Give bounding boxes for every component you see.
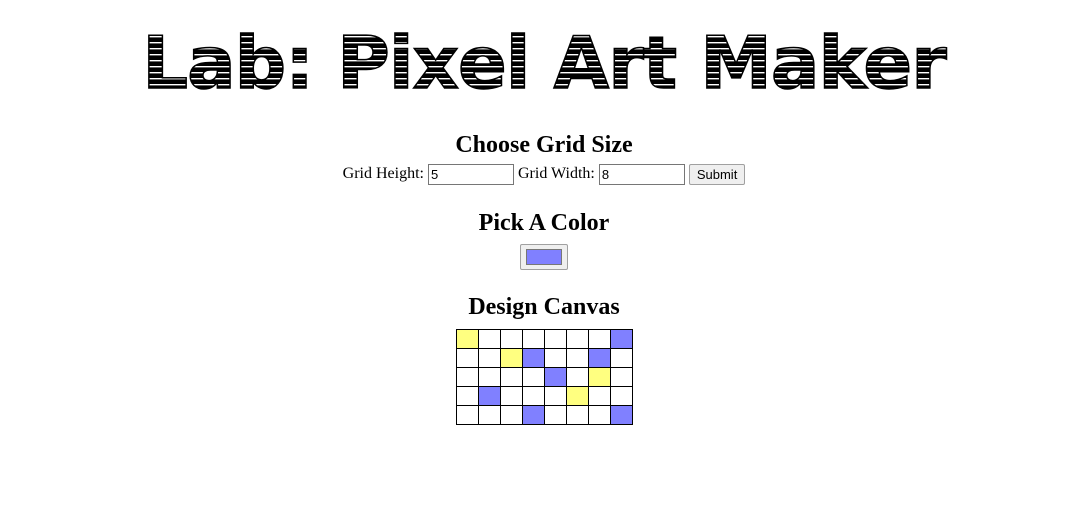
canvas-cell[interactable] bbox=[543, 386, 567, 406]
color-picker-wrap bbox=[0, 244, 1088, 275]
canvas-cell[interactable] bbox=[543, 405, 567, 425]
canvas-cell[interactable] bbox=[565, 329, 589, 349]
canvas-cell[interactable] bbox=[587, 405, 611, 425]
canvas-heading: Design Canvas bbox=[468, 294, 620, 320]
canvas-cell[interactable] bbox=[543, 348, 567, 368]
canvas-cell[interactable] bbox=[587, 386, 611, 406]
canvas-cell[interactable] bbox=[521, 329, 545, 349]
canvas-cell[interactable] bbox=[565, 367, 589, 387]
canvas-cell[interactable] bbox=[587, 329, 611, 349]
canvas-cell[interactable] bbox=[499, 329, 523, 349]
canvas-cell[interactable] bbox=[477, 386, 501, 406]
color-section: Pick A Color bbox=[0, 210, 1088, 275]
color-picker[interactable] bbox=[520, 244, 568, 270]
canvas-cell[interactable] bbox=[477, 367, 501, 387]
canvas-cell[interactable] bbox=[609, 348, 633, 368]
canvas-cell[interactable] bbox=[455, 405, 479, 425]
canvas-cell[interactable] bbox=[499, 386, 523, 406]
canvas-cell[interactable] bbox=[455, 329, 479, 349]
canvas-section: Design Canvas bbox=[0, 294, 1088, 425]
canvas-row bbox=[455, 329, 633, 349]
canvas-cell[interactable] bbox=[521, 405, 545, 425]
canvas-cell[interactable] bbox=[477, 348, 501, 368]
grid-height-input[interactable] bbox=[428, 163, 514, 185]
page: Lab: Pixel Art Maker Choose Grid Size Gr… bbox=[0, 0, 1088, 505]
canvas-cell[interactable] bbox=[609, 329, 633, 349]
title-text: Lab: Pixel Art Maker bbox=[142, 22, 947, 102]
canvas-cell[interactable] bbox=[609, 367, 633, 387]
canvas-cell[interactable] bbox=[587, 348, 611, 368]
canvas-cell[interactable] bbox=[499, 367, 523, 387]
grid-size-heading: Choose Grid Size bbox=[455, 132, 633, 158]
canvas-cell[interactable] bbox=[565, 386, 589, 406]
canvas-cell[interactable] bbox=[565, 405, 589, 425]
canvas-cell[interactable] bbox=[521, 386, 545, 406]
size-form: Grid Height: Grid Width: Submit bbox=[0, 163, 1088, 185]
page-title: Lab: Pixel Art Maker bbox=[0, 22, 1088, 102]
canvas-cell[interactable] bbox=[455, 348, 479, 368]
color-swatch bbox=[526, 249, 562, 265]
canvas-cell[interactable] bbox=[455, 386, 479, 406]
canvas-cell[interactable] bbox=[499, 348, 523, 368]
grid-width-label: Grid Width: bbox=[518, 165, 595, 182]
pixel-canvas bbox=[455, 329, 633, 425]
canvas-cell[interactable] bbox=[455, 367, 479, 387]
title-graphic: Lab: Pixel Art Maker bbox=[141, 22, 949, 102]
submit-button[interactable]: Submit bbox=[688, 163, 746, 185]
canvas-cell[interactable] bbox=[521, 367, 545, 387]
canvas-cell[interactable] bbox=[477, 405, 501, 425]
color-heading: Pick A Color bbox=[478, 210, 610, 236]
canvas-cell[interactable] bbox=[543, 329, 567, 349]
canvas-row bbox=[455, 386, 633, 406]
canvas-cell[interactable] bbox=[499, 405, 523, 425]
canvas-row bbox=[455, 348, 633, 368]
canvas-cell[interactable] bbox=[521, 348, 545, 368]
canvas-cell[interactable] bbox=[609, 405, 633, 425]
grid-width-input[interactable] bbox=[598, 163, 685, 185]
canvas-cell[interactable] bbox=[587, 367, 611, 387]
canvas-cell[interactable] bbox=[543, 367, 567, 387]
canvas-cell[interactable] bbox=[477, 329, 501, 349]
grid-size-section: Choose Grid Size Grid Height: Grid Width… bbox=[0, 132, 1088, 185]
canvas-row bbox=[455, 405, 633, 425]
canvas-cell[interactable] bbox=[565, 348, 589, 368]
canvas-cell[interactable] bbox=[609, 386, 633, 406]
canvas-row bbox=[455, 367, 633, 387]
grid-height-label: Grid Height: bbox=[342, 165, 424, 182]
